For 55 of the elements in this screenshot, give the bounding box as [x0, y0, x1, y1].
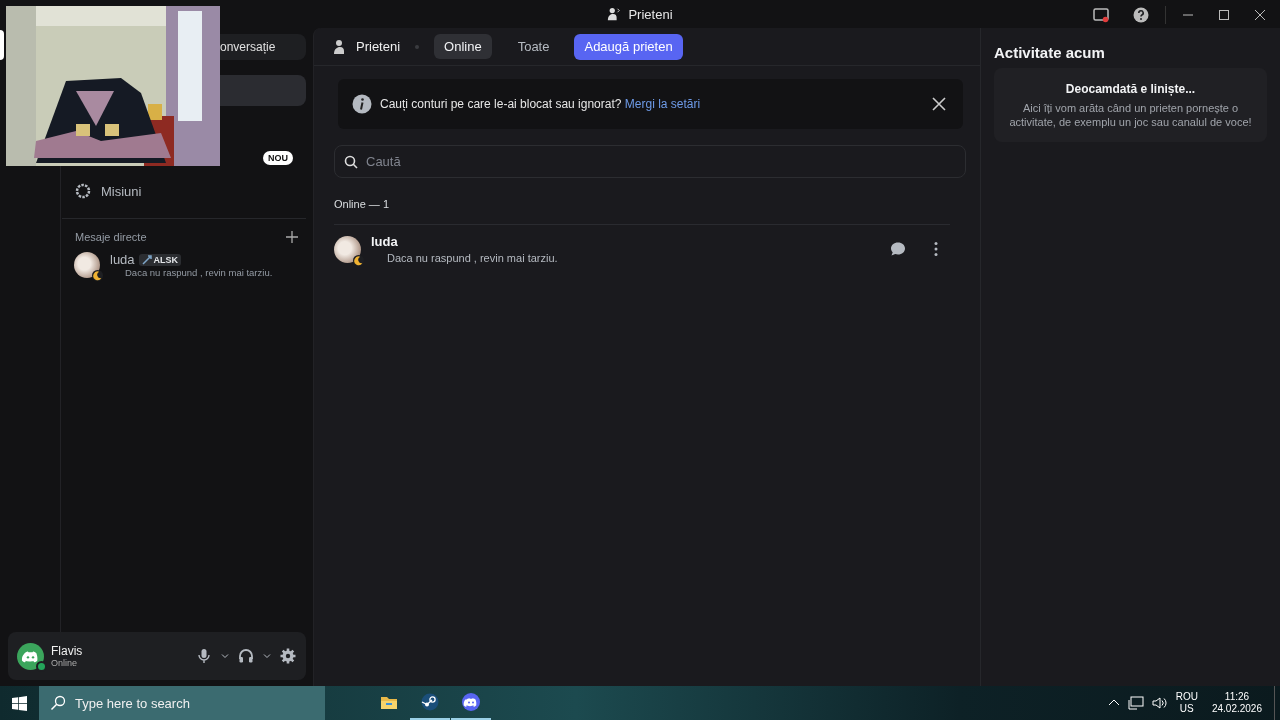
section-header: Mesaje directe [75, 231, 147, 243]
sidebar-item[interactable]: Misiuni [62, 178, 306, 204]
avatar-icon [334, 235, 361, 263]
clan-tag: ALSK [138, 253, 182, 266]
empty-state-title: Deocamdată e liniște... [1065, 82, 1196, 96]
status-text: Daca nu raspund , revin mai tarziu. [124, 267, 273, 278]
status-moon-icon [353, 254, 364, 266]
discord-icon [462, 693, 480, 711]
plus-icon[interactable] [286, 231, 298, 243]
direct-message-item[interactable]: luda ALSK Daca nu raspund , revin mai tarziu. [62, 249, 306, 281]
avatar-icon [74, 252, 100, 278]
user-name: luda [371, 234, 399, 249]
status-moon-icon [92, 270, 103, 281]
maximize-icon[interactable] [1218, 9, 1230, 21]
taskbar-search-field[interactable]: Type here to search [39, 686, 325, 720]
microphone-icon[interactable] [196, 648, 212, 664]
friends-icon [607, 7, 622, 21]
caret-icon[interactable] [262, 651, 272, 661]
language-indicator[interactable]: ROU US [1175, 690, 1198, 716]
tab[interactable]: Toate [507, 34, 560, 59]
clock[interactable]: 11:26 24.02.2026 [1211, 690, 1262, 716]
empty-state-text: Aici îți vom arăta când un prieten pornește o activitate, de exemplu un joc sau canalul de voce! [1008, 101, 1253, 130]
help-icon[interactable] [1133, 7, 1149, 23]
info-icon [352, 94, 372, 114]
notice-text: Cauți conturi pe care le-ai blocat sau ignorat? Mergi la setări [380, 97, 702, 111]
caret-icon[interactable] [220, 651, 230, 661]
settings-link[interactable]: Mergi la setări [624, 97, 701, 111]
speaker-icon[interactable] [1151, 695, 1168, 711]
search-field[interactable]: Caută [334, 145, 966, 178]
steam-icon [421, 693, 439, 711]
close-icon[interactable] [932, 97, 946, 111]
avatar-icon [17, 642, 44, 670]
screen-share-icon[interactable] [1093, 7, 1109, 23]
search-icon [50, 695, 66, 711]
user-name: luda [110, 252, 135, 267]
close-icon[interactable] [1254, 9, 1266, 21]
section-title: Activitate acum [994, 44, 1106, 61]
settings-icon[interactable] [280, 648, 296, 664]
add-friend-button[interactable]: Adaugă prieten [574, 33, 683, 60]
windows-logo-icon[interactable] [12, 695, 27, 711]
message-icon[interactable] [890, 241, 906, 257]
headphones-icon[interactable] [238, 648, 254, 664]
search-placeholder: Type here to search [75, 695, 190, 711]
status-text: Daca nu raspund , revin mai tarziu. [386, 252, 559, 264]
list-header: Online — 1 [334, 198, 391, 210]
friend-row[interactable]: luda Daca nu raspund , revin mai tarziu. [334, 225, 966, 264]
user-name: Flavis [51, 644, 84, 658]
user-status: Online [51, 658, 78, 668]
selected-indicator [0, 30, 4, 60]
network-icon[interactable] [1127, 695, 1144, 711]
new-badge: NOU [263, 151, 293, 165]
window-title: Prieteni [628, 6, 673, 22]
tab[interactable]: Online [434, 34, 492, 59]
find-conversation-button[interactable]: onversație [220, 34, 306, 60]
page-title: Prieteni [356, 39, 401, 54]
